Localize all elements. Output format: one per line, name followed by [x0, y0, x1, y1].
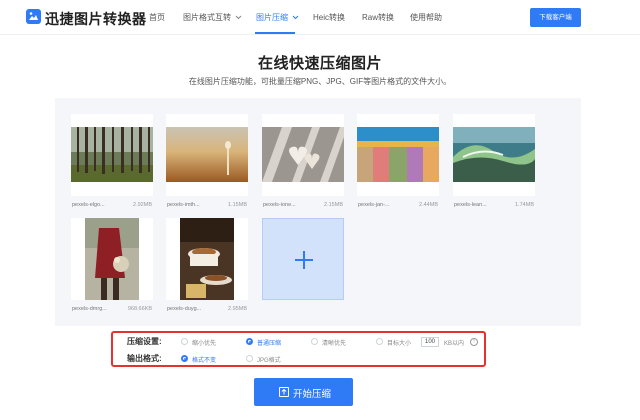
nav-home[interactable]: 首页: [149, 0, 165, 35]
file-name: pexels-duyg...: [167, 306, 202, 312]
colorful-wall-photo: [357, 114, 439, 196]
file-name: pexels-lean...: [454, 202, 487, 208]
radio-smallest-first[interactable]: [181, 338, 188, 345]
option-clarity-first[interactable]: 清晰优先: [322, 338, 346, 347]
file-card[interactable]: pexels-lean... 1.74MB: [453, 114, 535, 214]
radio-jpg-format[interactable]: [246, 355, 253, 362]
top-header: 迅捷图片转换器 首页 图片格式互转 图片压缩 Heic转换 Raw转换 使用帮助…: [0, 0, 640, 35]
nav-heic[interactable]: Heic转换: [313, 0, 345, 35]
file-name: pexels-ione...: [263, 202, 296, 208]
file-size: 2.44MB: [419, 202, 438, 208]
upload-icon: [279, 387, 289, 397]
file-name: pexels-imth...: [167, 202, 200, 208]
file-card[interactable]: pexels-ione... 2.15MB: [262, 114, 344, 214]
page-title: 在线快速压缩图片: [257, 55, 382, 72]
start-compress-button[interactable]: 开始压缩: [254, 378, 353, 406]
file-size: 2.15MB: [324, 202, 343, 208]
radio-normal-compress[interactable]: [246, 338, 253, 345]
page-subtitle: 在线图片压缩功能，可批量压缩PNG、JPG、GIF等图片格式的文件大小。: [188, 77, 452, 86]
chevron-down-icon: [292, 0, 299, 35]
wave-photo: [453, 114, 535, 196]
file-name: pexels-jan-...: [358, 202, 390, 208]
output-format-label: 输出格式:: [127, 354, 162, 363]
file-card[interactable]: pexels-imth... 1.15MB: [166, 114, 248, 214]
nav-format-convert-label: 图片格式互转: [183, 13, 231, 22]
nav-help[interactable]: 使用帮助: [410, 0, 442, 35]
option-normal-compress[interactable]: 普通压缩: [257, 338, 281, 347]
compress-settings-label: 压缩设置:: [127, 337, 162, 346]
file-size: 2.92MB: [133, 202, 152, 208]
file-card[interactable]: pexels-elgo... 2.92MB: [71, 114, 153, 214]
info-icon[interactable]: !: [470, 338, 478, 346]
file-card[interactable]: pexels-jan-... 2.44MB: [357, 114, 439, 214]
start-compress-label: 开始压缩: [293, 389, 332, 400]
radio-clarity-first[interactable]: [311, 338, 318, 345]
target-size-unit: KB以内: [444, 341, 465, 347]
file-card[interactable]: pexels-dmrg... 968.66KB: [71, 218, 153, 318]
file-name: pexels-dmrg...: [72, 306, 107, 312]
download-client-button[interactable]: 下载客户端: [530, 8, 581, 27]
brand-name: 迅捷图片转换器: [45, 11, 147, 27]
file-size: 1.74MB: [515, 202, 534, 208]
glass-hearts-photo: [262, 114, 344, 196]
option-smallest-first[interactable]: 缩小优先: [192, 338, 216, 347]
file-name: pexels-elgo...: [72, 202, 105, 208]
file-card[interactable]: pexels-duyg... 2.95MB: [166, 218, 248, 318]
radio-target-size[interactable]: [376, 338, 383, 345]
nav-compress[interactable]: 图片压缩: [256, 0, 299, 35]
app-logo-icon: [26, 9, 41, 24]
file-size: 1.15MB: [228, 202, 247, 208]
forest-photo: [71, 114, 153, 196]
active-nav-underline: [255, 32, 295, 34]
nav-compress-label: 图片压缩: [256, 13, 288, 22]
option-keep-format[interactable]: 格式不变: [192, 355, 216, 364]
plus-icon: [295, 251, 313, 269]
nav-raw[interactable]: Raw转换: [362, 0, 394, 35]
coffee-cup-photo: [166, 218, 248, 300]
chevron-down-icon: [235, 0, 242, 35]
radio-keep-format[interactable]: [181, 355, 188, 362]
target-size-input[interactable]: 100: [421, 337, 439, 347]
file-size: 968.66KB: [127, 306, 152, 312]
option-jpg-format[interactable]: JPG格式: [257, 355, 281, 364]
grass-field-photo: [166, 114, 248, 196]
nav-format-convert[interactable]: 图片格式互转: [183, 0, 242, 35]
file-size: 2.95MB: [228, 306, 247, 312]
add-file-button[interactable]: [262, 218, 344, 300]
option-target-size[interactable]: 目标大小: [387, 338, 411, 347]
woman-flowers-photo: [71, 218, 153, 300]
